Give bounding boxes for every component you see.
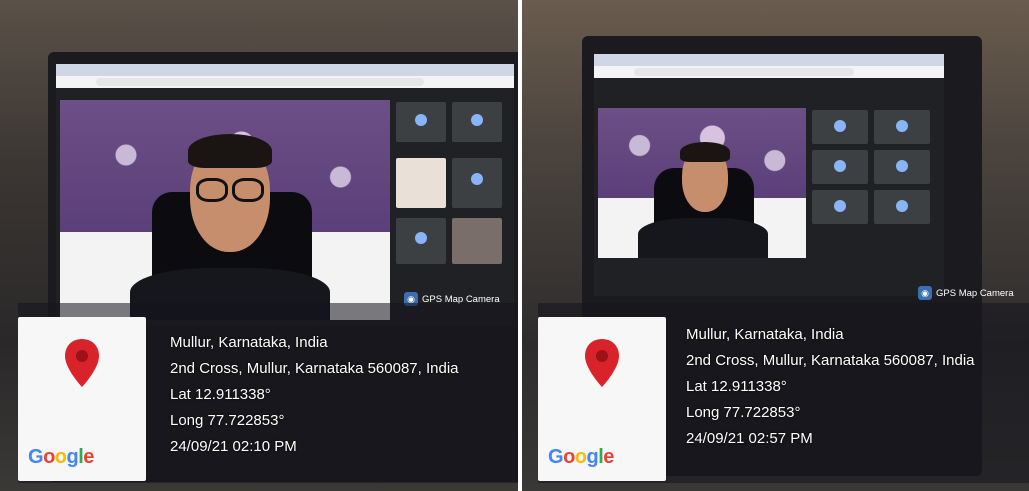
participant-tile xyxy=(396,218,446,264)
place-name: Mullur, Karnataka, India xyxy=(686,326,844,343)
person-hair xyxy=(188,134,272,168)
video-call-window xyxy=(56,88,514,326)
photo-right: ◉ GPS Map Camera Google Mullur, Karnatak… xyxy=(522,0,1029,491)
camera-icon: ◉ xyxy=(918,286,932,300)
participant-tile xyxy=(812,110,868,144)
map-card: Google xyxy=(18,317,146,481)
speaker-video xyxy=(598,108,806,258)
browser-tab-bar xyxy=(594,54,944,66)
gps-watermark: ◉ GPS Map Camera xyxy=(918,286,1014,300)
location-text: Mullur, Karnataka, India 2nd Cross, Mull… xyxy=(686,322,975,452)
browser-tab-bar xyxy=(56,64,514,76)
latitude: Lat 12.911338° xyxy=(686,378,787,395)
participant-tile xyxy=(874,190,930,224)
latitude: Lat 12.911338° xyxy=(170,386,271,403)
google-logo: Google xyxy=(28,446,94,468)
address: 2nd Cross, Mullur, Karnataka 560087, Ind… xyxy=(686,352,975,369)
timestamp: 24/09/21 02:57 PM xyxy=(686,430,813,447)
glasses xyxy=(196,178,228,202)
map-card: Google xyxy=(538,317,666,481)
person-hair xyxy=(680,142,730,162)
watermark-text: GPS Map Camera xyxy=(936,287,1014,299)
participant-tile xyxy=(396,158,446,208)
location-text: Mullur, Karnataka, India 2nd Cross, Mull… xyxy=(170,330,459,460)
participant-tile xyxy=(452,218,502,264)
participant-tile xyxy=(812,190,868,224)
longitude: Long 77.722853° xyxy=(170,412,285,429)
address: 2nd Cross, Mullur, Karnataka 560087, Ind… xyxy=(170,360,459,377)
map-pin-icon xyxy=(65,339,99,387)
google-logo: Google xyxy=(548,446,614,468)
video-call-window xyxy=(594,78,944,296)
speaker-video xyxy=(60,100,390,320)
participant-tile xyxy=(452,102,502,142)
person-body xyxy=(638,218,768,258)
participant-tile xyxy=(452,158,502,208)
participant-tile xyxy=(812,150,868,184)
participant-tile xyxy=(396,102,446,142)
participant-tile xyxy=(874,150,930,184)
participant-tile xyxy=(874,110,930,144)
map-pin-icon xyxy=(585,339,619,387)
timestamp: 24/09/21 02:10 PM xyxy=(170,438,297,455)
place-name: Mullur, Karnataka, India xyxy=(170,334,328,351)
laptop-screen xyxy=(56,64,514,326)
longitude: Long 77.722853° xyxy=(686,404,801,421)
laptop-screen xyxy=(594,54,944,296)
photo-left: ◉ GPS Map Camera Google Mullur, Karnatak… xyxy=(0,0,518,491)
glasses xyxy=(232,178,264,202)
